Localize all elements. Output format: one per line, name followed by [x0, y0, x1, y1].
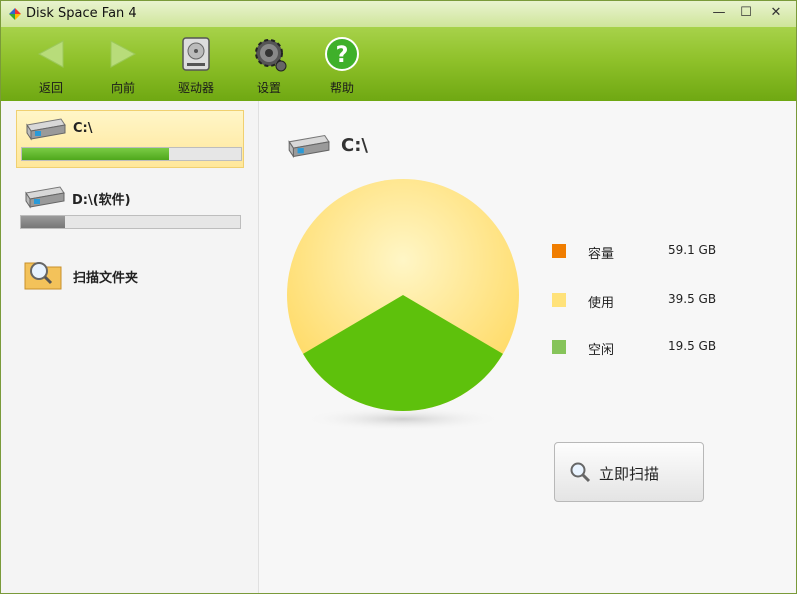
- minimize-button[interactable]: —: [707, 4, 731, 22]
- toolbar: 返回 向前 驱动器 设置 ? 帮助: [1, 27, 796, 101]
- back-button[interactable]: 返回: [21, 27, 81, 101]
- search-icon: [570, 462, 591, 483]
- legend-value: 39.5 GB: [668, 292, 717, 306]
- drive-name: D:\(软件): [72, 193, 131, 208]
- drive-icon: [288, 134, 330, 159]
- forward-label: 向前: [110, 81, 135, 95]
- scan-now-label: 立即扫描: [599, 465, 660, 483]
- scan-now-button[interactable]: 立即扫描: [554, 442, 704, 502]
- drives-label: 驱动器: [177, 81, 214, 95]
- drive-usage-bar: [21, 147, 242, 161]
- legend-label: 使用: [588, 296, 615, 311]
- legend-label: 空闲: [588, 343, 615, 358]
- legend-used: 使用 39.5 GB: [552, 291, 732, 311]
- drive-list-panel: C:\ D:\(软件) 扫描文件夹: [1, 101, 259, 593]
- window-title: Disk Space Fan 4: [26, 6, 137, 21]
- close-button[interactable]: ✕: [764, 4, 788, 22]
- folder-search-icon: [24, 262, 62, 290]
- legend-value: 59.1 GB: [668, 243, 717, 257]
- back-arrow-icon: [37, 40, 64, 68]
- scan-folder-label: 扫描文件夹: [73, 271, 139, 286]
- settings-label: 设置: [256, 81, 281, 95]
- gear-icon: [255, 39, 287, 72]
- scan-folder-item[interactable]: 扫描文件夹: [23, 255, 243, 295]
- legend-capacity: 容量 59.1 GB: [552, 242, 732, 262]
- drive-usage-fill: [21, 216, 65, 228]
- drive-item-d[interactable]: D:\(软件): [16, 179, 244, 237]
- selected-drive-name: C:\: [341, 135, 368, 156]
- usage-pie-chart: [287, 179, 519, 431]
- app-logo-icon: [9, 8, 21, 20]
- drive-icon: [26, 118, 66, 141]
- drive-item-c[interactable]: C:\: [16, 110, 244, 168]
- legend-swatch: [552, 293, 566, 307]
- drive-usage-bar: [20, 215, 241, 229]
- drive-icon: [25, 186, 65, 209]
- help-label: 帮助: [329, 81, 354, 95]
- title-bar: Disk Space Fan 4 — ☐ ✕: [1, 1, 796, 27]
- hard-drive-icon: [182, 37, 210, 71]
- drive-usage-fill: [22, 148, 169, 160]
- legend-swatch: [552, 244, 566, 258]
- legend-free: 空闲 19.5 GB: [552, 338, 732, 358]
- svg-text:?: ?: [336, 43, 349, 68]
- forward-button[interactable]: 向前: [93, 27, 153, 101]
- drive-name: C:\: [73, 121, 93, 136]
- app-window: Disk Space Fan 4 — ☐ ✕ 返回 向前 驱动器 设置 ? 帮助…: [0, 0, 797, 594]
- legend-swatch: [552, 340, 566, 354]
- legend-label: 容量: [588, 247, 615, 262]
- help-icon: ?: [325, 37, 359, 71]
- drives-button[interactable]: 驱动器: [166, 27, 226, 101]
- forward-arrow-icon: [110, 40, 137, 68]
- legend-value: 19.5 GB: [668, 339, 717, 353]
- drive-detail-panel: C:\ 容量 59.1 GB 使用 39.5 GB 空闲 19.5 GB 立即扫…: [259, 101, 796, 593]
- maximize-button[interactable]: ☐: [734, 4, 758, 22]
- help-button[interactable]: ? 帮助: [312, 27, 372, 101]
- back-label: 返回: [38, 81, 63, 95]
- settings-button[interactable]: 设置: [239, 27, 299, 101]
